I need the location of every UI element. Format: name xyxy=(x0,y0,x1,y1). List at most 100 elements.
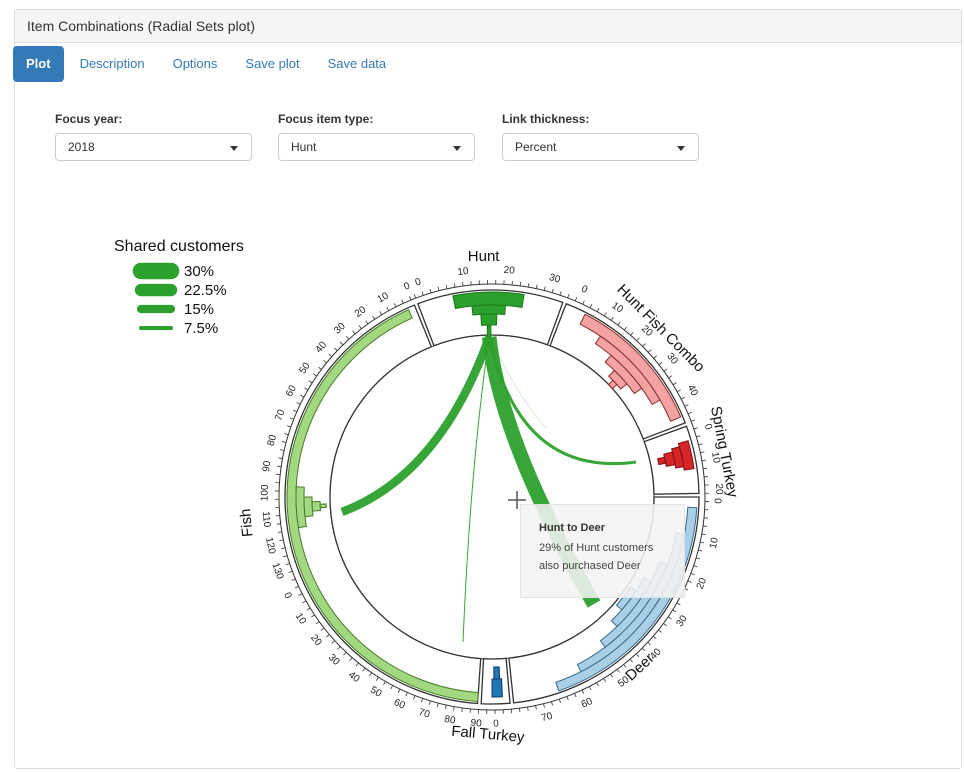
tick-mark xyxy=(519,281,522,286)
tick-mark xyxy=(362,667,366,672)
tick-mark xyxy=(331,640,335,644)
tick-label: 20 xyxy=(695,576,710,591)
set-bar-fish[interactable] xyxy=(303,496,314,518)
legend-label: 15% xyxy=(184,301,214,318)
tick-mark xyxy=(306,607,311,611)
tick-mark xyxy=(647,641,651,646)
tick-mark xyxy=(461,707,463,712)
tick-label: 40 xyxy=(685,383,700,398)
tick-mark xyxy=(543,286,546,291)
link-tooltip: Hunt to Deer 29% of Hunt customers also … xyxy=(520,504,685,598)
set-bar-hunt[interactable] xyxy=(480,313,498,326)
tick-mark xyxy=(355,662,359,667)
link-fish[interactable] xyxy=(340,335,494,516)
tick-mark xyxy=(680,396,685,400)
tick-mark xyxy=(401,299,404,304)
set-bar-hunt[interactable] xyxy=(486,324,492,338)
set-bar-spring-turkey[interactable] xyxy=(657,456,667,466)
tick-mark xyxy=(300,394,305,398)
tick-mark xyxy=(668,375,673,379)
tick-mark xyxy=(397,688,401,693)
tick-label: 80 xyxy=(266,433,280,447)
tooltip-line-2: also purchased Deer xyxy=(539,560,641,572)
tick-label: 30 xyxy=(326,652,342,668)
tick-mark xyxy=(596,682,599,687)
tick-mark xyxy=(690,419,695,422)
tick-mark xyxy=(453,283,456,288)
tick-mark xyxy=(527,283,530,288)
tick-mark xyxy=(558,698,561,704)
set-bar-fish[interactable] xyxy=(319,503,327,509)
tick-mark xyxy=(413,695,416,700)
tick-mark xyxy=(672,609,677,613)
tick-mark xyxy=(663,368,668,372)
radial-sets-plot: Shared customers 30%22.5%15%7.5% 010 2030… xyxy=(114,238,741,746)
tick-label: 30 xyxy=(548,272,562,286)
tick-mark xyxy=(703,467,708,470)
tick-mark xyxy=(667,616,672,620)
set-bar-spring-turkey[interactable] xyxy=(663,451,676,467)
tick-label: 0 xyxy=(402,280,412,292)
tick-mark xyxy=(623,326,628,331)
tick-label: 120 xyxy=(263,536,277,555)
tick-label: 40 xyxy=(314,339,330,355)
tick-mark xyxy=(658,361,663,366)
tick-mark xyxy=(551,701,553,706)
tick-mark xyxy=(652,635,657,640)
tick-mark xyxy=(296,402,301,405)
tick-mark xyxy=(696,557,701,560)
tick-label: 20 xyxy=(503,265,515,277)
tick-mark xyxy=(283,555,288,558)
tick-label: 10 xyxy=(708,536,721,550)
tick-mark xyxy=(551,288,554,293)
tick-mark xyxy=(677,389,681,393)
tick-mark xyxy=(698,443,703,446)
tick-mark xyxy=(276,523,281,525)
tick-mark xyxy=(663,623,667,627)
tick-mark xyxy=(291,578,296,581)
tick-label: 0 xyxy=(281,591,294,601)
tick-label: 10 xyxy=(293,611,308,627)
tick-mark xyxy=(288,570,293,574)
tick-mark xyxy=(589,686,592,691)
set-bar-hunt[interactable] xyxy=(471,304,506,316)
set-label-fall-turkey: Fall Turkey xyxy=(451,723,526,746)
tick-mark xyxy=(574,297,578,302)
tooltip-line-1: 29% of Hunt customers xyxy=(539,542,654,554)
legend-label: 22.5% xyxy=(184,282,227,299)
tick-mark xyxy=(328,353,332,358)
tick-label: 50 xyxy=(368,685,384,700)
legend-label: 7.5% xyxy=(184,320,218,337)
tick-mark xyxy=(519,708,521,713)
tick-mark xyxy=(279,539,284,542)
set-bar-fall-turkey[interactable] xyxy=(493,666,501,680)
tick-label: 60 xyxy=(392,697,407,712)
tick-mark xyxy=(445,704,447,710)
tick-label: 110 xyxy=(260,511,273,528)
tick-label: 20 xyxy=(353,304,369,320)
tick-mark xyxy=(277,465,282,468)
tick-mark xyxy=(308,380,313,384)
tick-mark xyxy=(277,531,282,533)
tick-label: 40 xyxy=(346,670,362,686)
tick-mark xyxy=(372,315,376,320)
set-bar-fall-turkey[interactable] xyxy=(491,678,503,698)
tick-mark xyxy=(701,533,706,536)
tick-mark xyxy=(311,614,315,618)
tick-mark xyxy=(280,449,285,451)
tick-mark xyxy=(393,303,397,308)
tick-mark xyxy=(535,705,537,710)
tick-mark xyxy=(617,321,621,326)
tick-mark xyxy=(428,700,431,705)
tick-mark xyxy=(390,685,394,690)
tick-label: 90 xyxy=(261,460,273,473)
tick-mark xyxy=(386,307,390,311)
tick-mark xyxy=(437,286,440,291)
tick-mark xyxy=(684,404,689,407)
tick-mark xyxy=(284,433,289,436)
tick-label: 0 xyxy=(414,276,423,288)
tick-mark xyxy=(420,698,424,703)
tick-label: 20 xyxy=(308,633,324,649)
set-bar-fish[interactable] xyxy=(311,500,322,512)
tick-mark xyxy=(282,441,287,443)
